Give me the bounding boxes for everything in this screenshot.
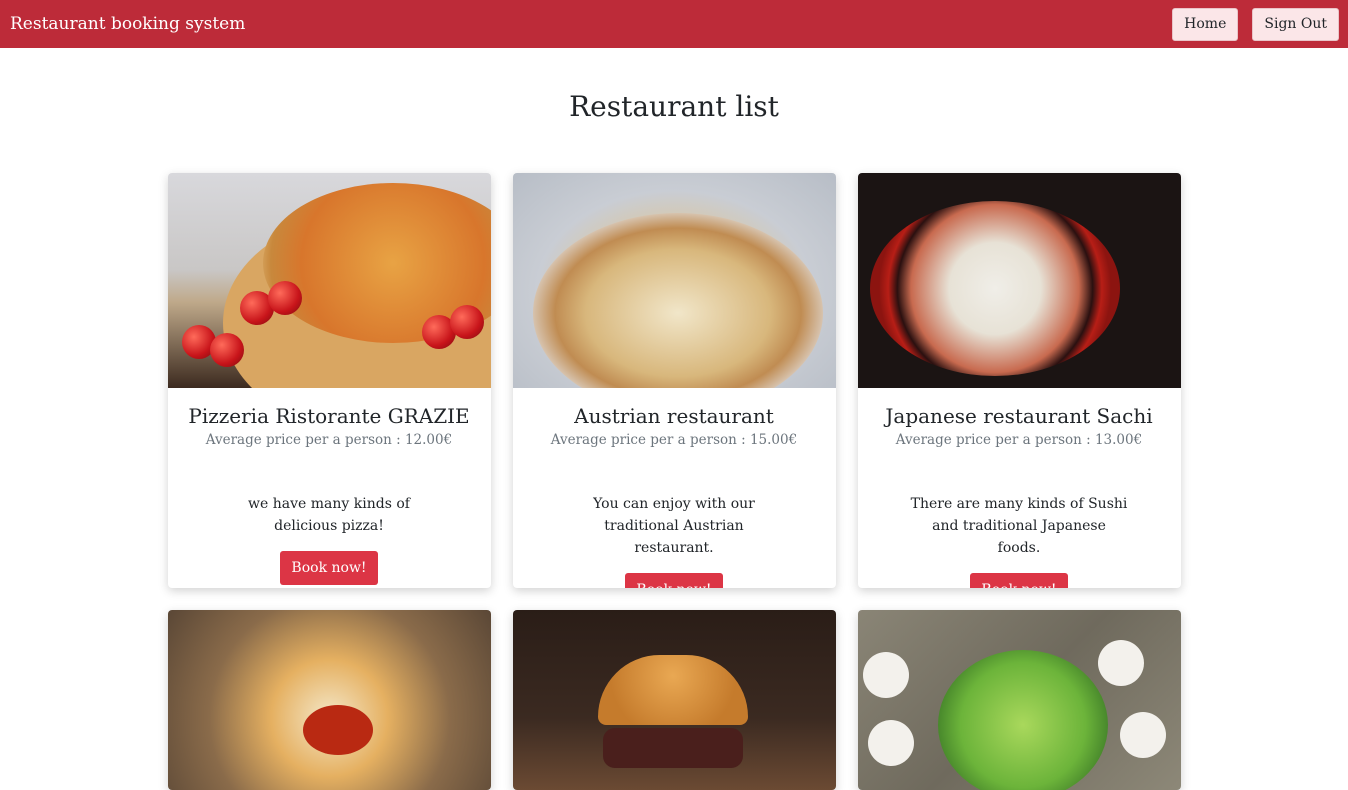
- book-now-button[interactable]: Book now!: [970, 573, 1068, 588]
- burger-bun-shape: [597, 655, 748, 725]
- gochujang-shape: [302, 705, 373, 755]
- restaurant-name: Austrian restaurant: [574, 404, 774, 428]
- book-now-button[interactable]: Book now!: [280, 551, 378, 585]
- top-navbar: Restaurant booking system Home Sign Out: [0, 0, 1348, 48]
- restaurant-name: Pizzeria Ristorante GRAZIE: [188, 404, 470, 428]
- page-title: Restaurant list: [569, 90, 779, 123]
- restaurant-card: Japanese restaurant Sachi Average price …: [857, 173, 1181, 588]
- restaurant-grid: Pizzeria Ristorante GRAZIE Average price…: [167, 173, 1181, 790]
- burger-image: [512, 610, 836, 790]
- restaurant-card: [512, 610, 836, 790]
- side-dish-shape: [867, 720, 914, 766]
- restaurant-description: There are many kinds of Sushi and tradit…: [910, 496, 1128, 556]
- restaurant-description: we have many kinds of delicious pizza!: [248, 496, 410, 534]
- salad-bowl-shape: [937, 650, 1108, 790]
- restaurant-card: [857, 610, 1181, 790]
- tomato-shape: [267, 281, 302, 315]
- restaurant-name: Japanese restaurant Sachi: [885, 404, 1153, 428]
- side-dish-shape: [1097, 640, 1144, 686]
- side-dish-shape: [862, 652, 909, 698]
- restaurant-card: [167, 610, 491, 790]
- restaurant-card: Austrian restaurant Average price per a …: [512, 173, 836, 588]
- bibimbap-image: [167, 610, 491, 790]
- burger-patty-shape: [602, 728, 743, 768]
- book-now-button[interactable]: Book now!: [625, 573, 723, 588]
- side-dish-shape: [1119, 712, 1166, 758]
- average-price: Average price per a person : 15.00€: [550, 432, 798, 448]
- pizza-image: [167, 173, 491, 388]
- sign-out-button[interactable]: Sign Out: [1252, 7, 1339, 41]
- tomato-shape: [449, 305, 484, 339]
- restaurant-card: Pizzeria Ristorante GRAZIE Average price…: [167, 173, 491, 588]
- pasta-image: [512, 173, 836, 388]
- tomato-shape: [209, 333, 244, 367]
- sushi-image: [857, 173, 1181, 388]
- sushi-plate-shape: [869, 201, 1120, 376]
- average-price: Average price per a person : 12.00€: [205, 432, 453, 448]
- brand-title[interactable]: Restaurant booking system: [10, 14, 245, 34]
- pasta-bowl-shape: [532, 213, 823, 388]
- restaurant-description: You can enjoy with our traditional Austr…: [593, 496, 755, 556]
- nav-buttons: Home Sign Out: [1172, 7, 1339, 41]
- salad-image: [857, 610, 1181, 790]
- average-price: Average price per a person : 13.00€: [895, 432, 1143, 448]
- home-button[interactable]: Home: [1172, 7, 1239, 41]
